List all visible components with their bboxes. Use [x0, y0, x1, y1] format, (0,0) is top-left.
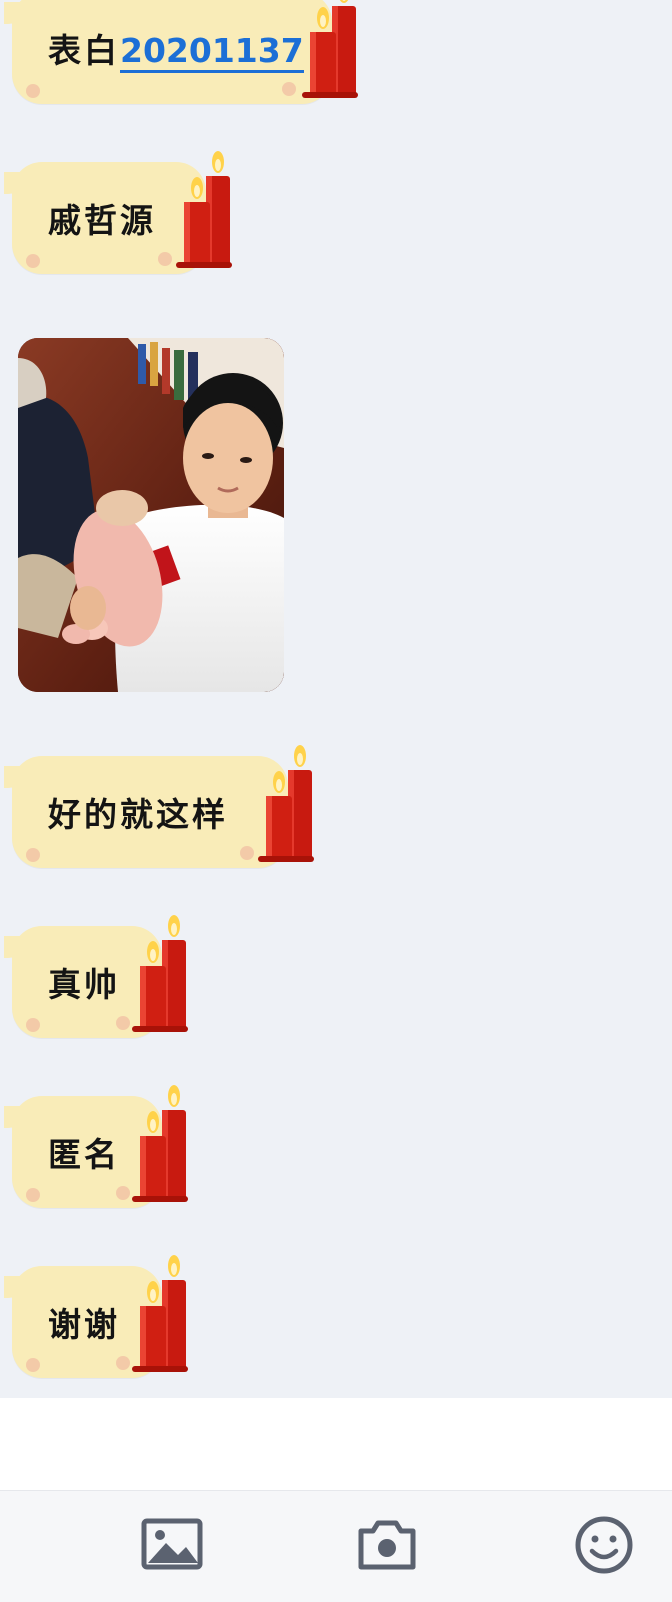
message-text: 谢谢	[48, 1305, 120, 1344]
heart-decoration	[158, 252, 172, 266]
message-bubble[interactable]: 谢谢	[4, 1255, 188, 1378]
photo-message[interactable]	[18, 338, 284, 692]
message-bubble[interactable]: 戚哲源	[4, 151, 232, 274]
message-bubble[interactable]: 好的就这样	[4, 745, 314, 868]
bottom-toolbar	[0, 1490, 672, 1602]
message-bubble[interactable]: 真帅	[4, 915, 188, 1038]
message-list[interactable]: 表白20201137 戚哲源 好的就这样 真帅 匿名 谢谢	[0, 0, 672, 1398]
message-bubble[interactable]: 匿名	[4, 1085, 188, 1208]
heart-decoration	[240, 846, 254, 860]
message-text: 匿名	[48, 1135, 120, 1174]
camera-icon	[358, 1520, 416, 1570]
image-button[interactable]	[140, 1513, 204, 1577]
candle-icon	[176, 151, 232, 268]
heart-decoration	[26, 1358, 40, 1372]
candle-icon	[132, 915, 188, 1032]
emoji-icon	[575, 1516, 633, 1574]
message-text: 表白20201137	[48, 24, 304, 73]
heart-decoration	[282, 82, 296, 96]
message-text: 戚哲源	[48, 201, 156, 240]
image-icon	[141, 1518, 203, 1570]
candle-icon	[302, 0, 358, 98]
emoji-button[interactable]	[572, 1513, 636, 1577]
message-text: 真帅	[48, 965, 120, 1004]
message-number-link[interactable]: 20201137	[120, 31, 304, 73]
heart-decoration	[26, 254, 40, 268]
heart-decoration	[26, 848, 40, 862]
chat-screen: 表白20201137 戚哲源 好的就这样 真帅 匿名 谢谢	[0, 0, 672, 1602]
message-bubble[interactable]: 表白20201137	[4, 0, 358, 104]
selfie-photo	[18, 338, 284, 692]
message-text-part: 表白	[48, 31, 120, 70]
camera-button[interactable]	[355, 1513, 419, 1577]
heart-decoration	[26, 84, 40, 98]
heart-decoration	[116, 1186, 130, 1200]
candle-icon	[132, 1085, 188, 1202]
message-text: 好的就这样	[48, 795, 228, 834]
candle-icon	[258, 745, 314, 862]
heart-decoration	[116, 1356, 130, 1370]
candle-icon	[132, 1255, 188, 1372]
heart-decoration	[116, 1016, 130, 1030]
heart-decoration	[26, 1188, 40, 1202]
heart-decoration	[26, 1018, 40, 1032]
input-area[interactable]	[0, 1398, 672, 1490]
